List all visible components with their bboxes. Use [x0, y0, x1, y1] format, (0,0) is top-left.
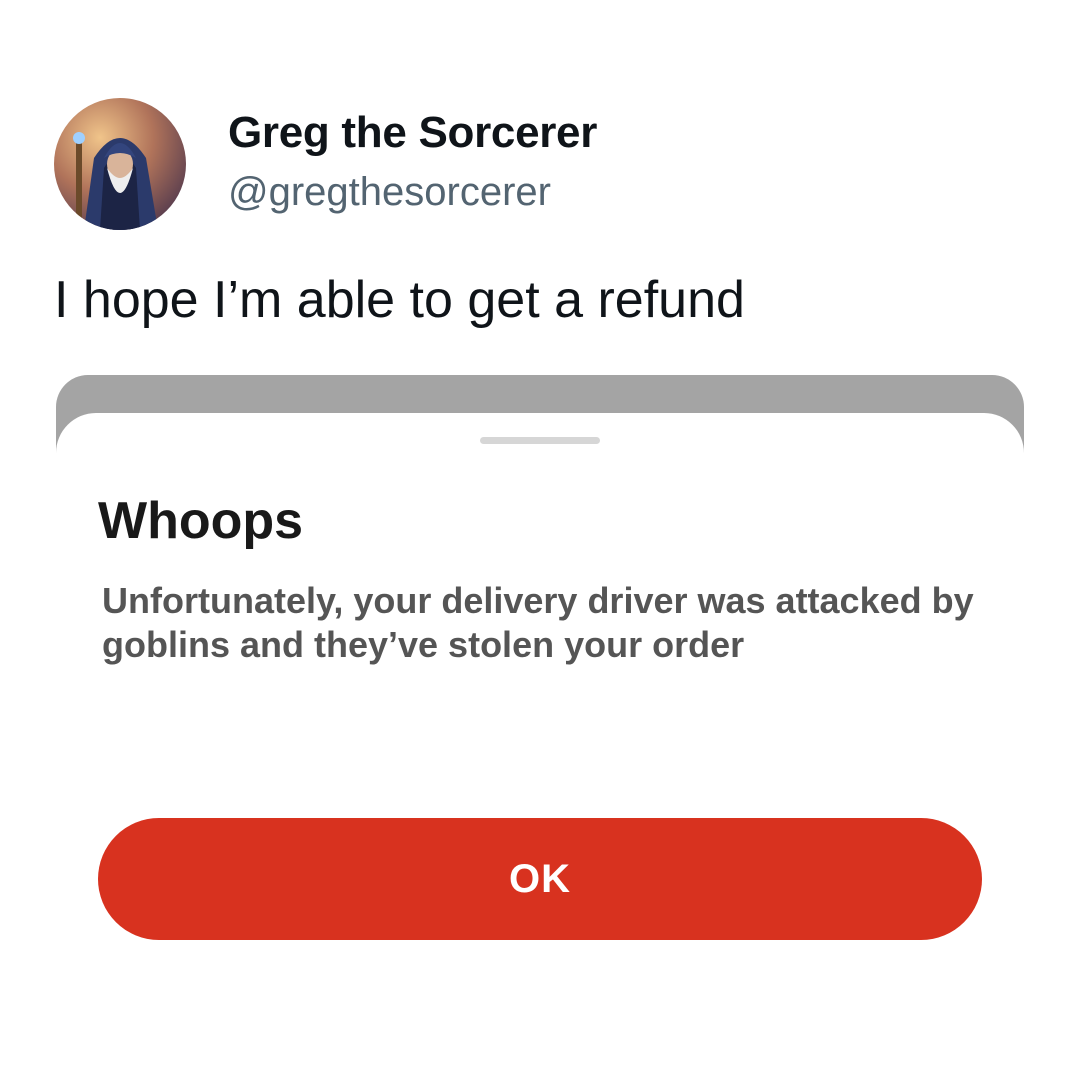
- display-name[interactable]: Greg the Sorcerer: [228, 108, 597, 158]
- sheet-grab-handle[interactable]: [480, 437, 600, 444]
- embedded-screenshot: Whoops Unfortunately, your delivery driv…: [56, 375, 1024, 1020]
- avatar[interactable]: [54, 98, 186, 230]
- tweet-text: I hope I’m able to get a refund: [54, 271, 745, 329]
- user-handle[interactable]: @gregthesorcerer: [228, 170, 551, 215]
- bottom-sheet-dialog: Whoops Unfortunately, your delivery driv…: [56, 413, 1024, 1020]
- dialog-title: Whoops: [98, 492, 304, 550]
- wizard-avatar-icon: [54, 98, 186, 230]
- dialog-message: Unfortunately, your delivery driver was …: [102, 580, 974, 665]
- ok-button[interactable]: OK: [98, 818, 982, 940]
